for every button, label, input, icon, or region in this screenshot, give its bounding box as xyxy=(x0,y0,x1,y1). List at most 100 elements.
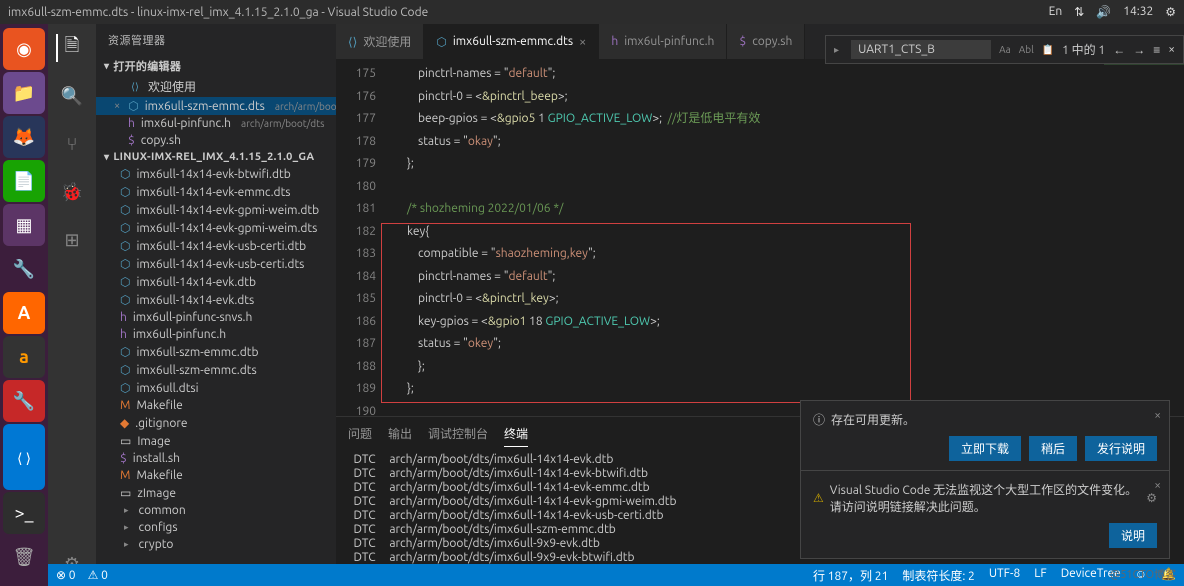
errors-count[interactable]: ⊗ 0 xyxy=(56,568,76,582)
extensions-icon[interactable]: ⊞ xyxy=(58,226,86,254)
sidebar-title: 资源管理器 xyxy=(96,24,336,56)
titlebar: imx6ull-szm-emmc.dts - linux-imx-rel_imx… xyxy=(0,0,1184,24)
file-item[interactable]: ⬡imx6ull-14x14-evk-btwifi.dtb xyxy=(96,165,336,183)
open-editor-dts[interactable]: ×⬡imx6ull-szm-emmc.dtsarch/arm/boot/dts xyxy=(96,97,336,115)
file-item[interactable]: ▭Image xyxy=(96,432,336,450)
open-editor-copy[interactable]: $copy.sh xyxy=(96,132,336,149)
file-item[interactable]: ◆.gitignore xyxy=(96,414,336,432)
file-item[interactable]: MMakefile xyxy=(96,397,336,414)
open-editor-welcome[interactable]: ⟨⟩欢迎使用 xyxy=(96,76,336,97)
file-item[interactable]: ⬡imx6ull-14x14-evk.dts xyxy=(96,291,336,309)
later-button[interactable]: 稍后 xyxy=(1029,436,1077,461)
tab-copy[interactable]: $copy.sh xyxy=(727,24,805,59)
tab-output[interactable]: 输出 xyxy=(388,421,412,447)
window-title: imx6ull-szm-emmc.dts - linux-imx-rel_imx… xyxy=(8,6,1049,19)
file-item[interactable]: $install.sh xyxy=(96,450,336,467)
explorer-icon[interactable]: 🗎 xyxy=(56,34,86,62)
volume-icon[interactable]: 🔊 xyxy=(1096,5,1111,19)
info-icon: ⓘ xyxy=(813,411,825,428)
status-bar: ⊗ 0 ⚠ 0 行 187，列 21 制表符长度: 2 UTF-8 LF Dev… xyxy=(48,564,1184,586)
select-icon[interactable]: ≡ xyxy=(1153,43,1160,57)
tab-header[interactable]: himx6ul-pinfunc.h xyxy=(599,24,727,59)
file-item[interactable]: ⬡imx6ull-14x14-evk-usb-certi.dtb xyxy=(96,237,336,255)
ubuntu-dash-icon[interactable]: ◉ xyxy=(3,28,45,70)
file-item[interactable]: MMakefile xyxy=(96,467,336,484)
warnings-count[interactable]: ⚠ 0 xyxy=(88,568,108,582)
folder-item[interactable]: common xyxy=(96,502,336,519)
language-icon[interactable]: En xyxy=(1049,5,1063,19)
gear-icon[interactable]: ⚙ xyxy=(1146,491,1157,505)
amazon-icon[interactable]: a xyxy=(3,336,45,378)
cursor-position[interactable]: 行 187，列 21 xyxy=(813,567,888,584)
warning-icon: ⚠ xyxy=(813,491,824,505)
encoding[interactable]: UTF-8 xyxy=(989,567,1020,584)
tab-welcome[interactable]: ⟨⟩欢迎使用 xyxy=(336,24,424,59)
project-section[interactable]: LINUX-IMX-REL_IMX_4.1.15_2.1.0_GA xyxy=(96,149,336,165)
find-input[interactable] xyxy=(851,40,991,59)
ubuntu-launcher: ◉ 📁 🦊 📄 ▦ 🔧 A a 🔧 ⟨⟩ >_ 🗑 xyxy=(0,24,48,586)
close-icon[interactable]: × xyxy=(579,35,586,49)
whole-word[interactable]: Abl xyxy=(1019,44,1034,55)
tab-debug[interactable]: 调试控制台 xyxy=(428,421,488,447)
file-item[interactable]: himx6ull-pinfunc-snvs.h xyxy=(96,309,336,326)
open-editor-header[interactable]: himx6ul-pinfunc.harch/arm/boot/dts xyxy=(96,115,336,132)
tab-size[interactable]: 制表符长度: 2 xyxy=(902,567,974,584)
folder-item[interactable]: crypto xyxy=(96,536,336,553)
minimap[interactable] xyxy=(1104,59,1184,416)
match-case[interactable]: Aa xyxy=(999,44,1011,55)
download-button[interactable]: 立即下载 xyxy=(949,436,1021,461)
close-icon[interactable]: × xyxy=(1154,409,1161,422)
file-item[interactable]: ⬡imx6ull-14x14-evk-emmc.dts xyxy=(96,183,336,201)
clock[interactable]: 14:32 xyxy=(1123,5,1153,19)
files-icon[interactable]: 📁 xyxy=(3,72,45,114)
software-center-icon[interactable]: A xyxy=(3,292,45,334)
file-item[interactable]: ▭zImage xyxy=(96,484,336,502)
tab-dts[interactable]: ⬡imx6ull-szm-emmc.dts× xyxy=(424,24,599,59)
find-result: 1 中的 1 xyxy=(1062,41,1105,58)
file-item[interactable]: ⬡imx6ull-14x14-evk-usb-certi.dts xyxy=(96,255,336,273)
file-item[interactable]: ⬡imx6ull-szm-emmc.dtb xyxy=(96,343,336,361)
tab-terminal[interactable]: 终端 xyxy=(504,421,528,447)
file-item[interactable]: himx6ull-pinfunc.h xyxy=(96,326,336,343)
line-gutter: 1751761771781791801811821831841851861871… xyxy=(336,59,396,416)
source-control-icon[interactable]: ⑂ xyxy=(58,130,86,158)
folder-item[interactable]: configs xyxy=(96,519,336,536)
warning-notification: ⚠Visual Studio Code 无法监视这个大型工作区的文件变化。请访问… xyxy=(800,470,1170,559)
settings-icon[interactable]: 🔧 xyxy=(3,248,45,290)
file-item[interactable]: ⬡imx6ull.dtsi xyxy=(96,379,336,397)
file-item[interactable]: ⬡imx6ull-14x14-evk.dtb xyxy=(96,273,336,291)
close-find-icon[interactable]: × xyxy=(1168,43,1175,56)
find-widget: ▸ Aa Abl 📋 1 中的 1 ← → ≡ × xyxy=(825,35,1184,64)
search-icon[interactable]: 🔍 xyxy=(58,82,86,110)
release-notes-button[interactable]: 发行说明 xyxy=(1085,436,1157,461)
prev-match-icon[interactable]: ← xyxy=(1113,43,1125,57)
file-item[interactable]: ⬡imx6ull-szm-emmc.dts xyxy=(96,361,336,379)
file-item[interactable]: ⬡imx6ull-14x14-evk-gpmi-weim.dts xyxy=(96,219,336,237)
tool-icon[interactable]: 🔧 xyxy=(3,380,45,422)
update-notification: ⓘ存在可用更新。 × 立即下载 稍后 发行说明 xyxy=(800,400,1170,472)
system-tray: En ⇅ 🔊 14:32 ⚙ xyxy=(1049,5,1176,19)
trash-icon[interactable]: 🗑 xyxy=(3,536,45,578)
close-icon[interactable]: × xyxy=(1154,479,1161,492)
file-item[interactable]: ⬡imx6ull-14x14-evk-gpmi-weim.dtb xyxy=(96,201,336,219)
next-match-icon[interactable]: → xyxy=(1133,43,1145,57)
tab-problems[interactable]: 问题 xyxy=(348,421,372,447)
expand-icon[interactable]: ▸ xyxy=(834,44,839,56)
regex[interactable]: 📋 xyxy=(1042,44,1054,56)
gear-icon[interactable]: ⚙ xyxy=(1165,5,1176,19)
vscode-icon[interactable]: ⟨⟩ xyxy=(3,424,45,490)
network-icon[interactable]: ⇅ xyxy=(1074,5,1084,19)
open-editors-section[interactable]: 打开的编辑器 xyxy=(96,56,336,76)
code-view[interactable]: pinctrl-names = "default"; pinctrl-0 = <… xyxy=(396,59,1104,416)
watermark: @51CTO博客 xyxy=(1110,566,1176,582)
terminal-icon[interactable]: >_ xyxy=(3,492,45,534)
calc-icon[interactable]: ▦ xyxy=(3,204,45,246)
editor-content[interactable]: 1751761771781791801811821831841851861871… xyxy=(336,59,1184,416)
libreoffice-icon[interactable]: 📄 xyxy=(3,160,45,202)
info-button[interactable]: 说明 xyxy=(1109,523,1157,548)
eol[interactable]: LF xyxy=(1034,567,1046,584)
firefox-icon[interactable]: 🦊 xyxy=(3,116,45,158)
explorer-sidebar: 资源管理器 打开的编辑器 ⟨⟩欢迎使用 ×⬡imx6ull-szm-emmc.d… xyxy=(96,24,336,586)
debug-icon[interactable]: 🐞 xyxy=(58,178,86,206)
activity-bar: 🗎 🔍 ⑂ 🐞 ⊞ ⚙ xyxy=(48,24,96,586)
